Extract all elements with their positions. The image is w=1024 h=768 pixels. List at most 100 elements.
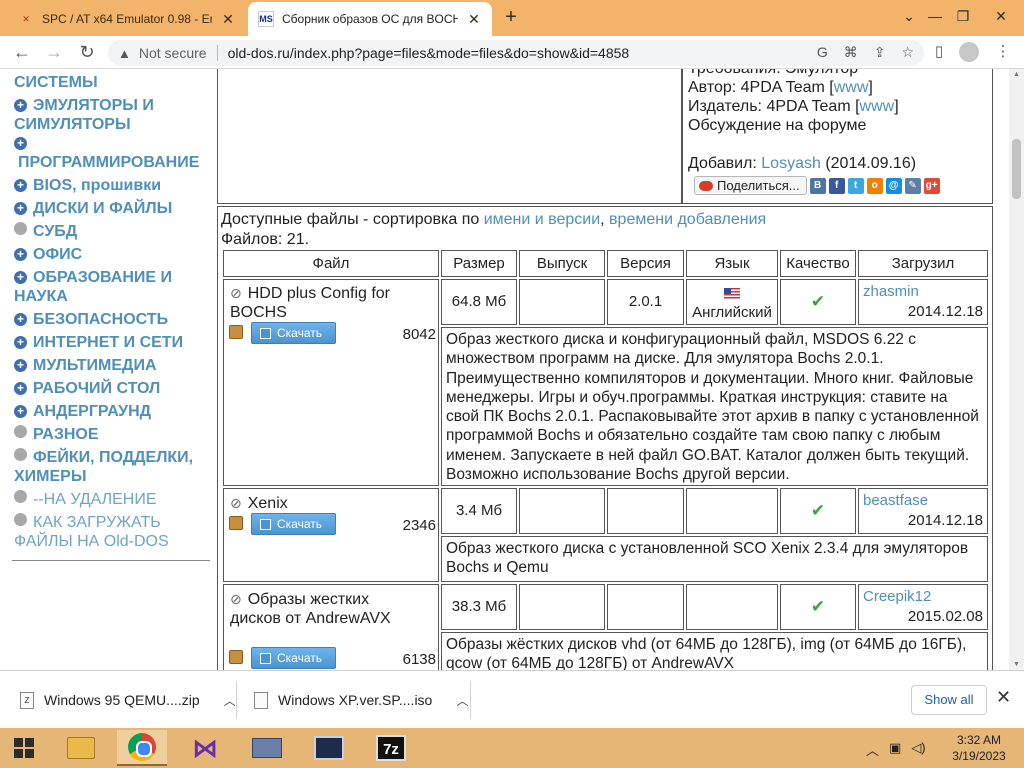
chevron-up-icon[interactable]: ︿	[456, 692, 468, 709]
translate-icon[interactable]: ⌘	[844, 44, 858, 61]
download-button[interactable]: Скачать	[251, 513, 336, 535]
address-bar[interactable]: ▲ Not secure old-dos.ru/index.php?page=f…	[108, 40, 924, 66]
sidebar-item-security[interactable]: + БЕЗОПАСНОСТЬ	[14, 310, 210, 329]
uploader-link[interactable]: zhasmin	[863, 282, 919, 301]
language-cell	[686, 488, 778, 534]
package-box-icon	[229, 325, 243, 339]
upload-date: 2015.02.08	[907, 608, 983, 625]
sidebar-item-bios[interactable]: + BIOS, прошивки	[14, 176, 210, 195]
expand-plus-icon: +	[14, 137, 27, 150]
share-icon[interactable]: ⇪	[874, 44, 886, 61]
new-tab-button[interactable]: +	[500, 6, 522, 28]
publisher-www-link[interactable]: www	[860, 98, 895, 115]
computer-app-icon[interactable]	[304, 730, 354, 766]
share-button[interactable]: Поделиться...	[694, 176, 807, 195]
file-name[interactable]: ⊘ Xenix	[230, 494, 430, 513]
tab-bochs-images[interactable]: MS Сборник образов ОС для BOCHS ✕	[248, 2, 492, 36]
page-scrollbar[interactable]: ▲ ▼	[1009, 69, 1024, 670]
tray-chevron-icon[interactable]: ︿	[866, 740, 879, 759]
scrollbar-thumb[interactable]	[1012, 139, 1021, 199]
start-button[interactable]	[0, 728, 48, 768]
sidebar-item-how-to-upload[interactable]: КАК ЗАГРУЖАТЬ ФАЙЛЫ НА Old-DOS	[14, 513, 210, 551]
bookmark-star-icon[interactable]: ☆	[901, 44, 914, 61]
sidebar-item-dbms[interactable]: СУБД	[14, 222, 210, 241]
sidebar-divider	[12, 560, 210, 561]
sidebar-item-fakes[interactable]: ФЕЙКИ, ПОДДЕЛКИ, ХИМЕРЫ	[14, 448, 210, 486]
7zip-icon[interactable]: 7z	[366, 730, 416, 766]
scroll-down-icon[interactable]: ▼	[1009, 661, 1024, 668]
download-button[interactable]: Скачать	[251, 322, 336, 344]
forum-discussion-link[interactable]: Обсуждение на форуме	[688, 116, 866, 135]
sidebar-item-desktop[interactable]: + РАБОЧИЙ СТОЛ	[14, 379, 210, 398]
tab-spc-emulator[interactable]: ✕ SPC / AT x64 Emulator 0.98 - Emu ✕	[8, 2, 246, 36]
sidebar-item-multimedia[interactable]: + МУЛЬТИМЕДИА	[14, 356, 210, 375]
close-downloads-icon[interactable]: ✕	[996, 687, 1011, 708]
vk-icon[interactable]: B	[809, 177, 826, 194]
sidebar-item-emulators[interactable]: + ЭМУЛЯТОРЫ И СИМУЛЯТОРЫ	[14, 96, 210, 134]
close-tab-icon[interactable]: ✕	[220, 11, 236, 28]
file-name[interactable]: ⊘ Образы жестких дисков от AndrewAVX	[230, 590, 410, 628]
uploader-link[interactable]: Creepik12	[863, 587, 931, 606]
facebook-icon[interactable]: f	[828, 177, 845, 194]
sort-by-name-link[interactable]: имени и версии	[484, 211, 600, 228]
mailru-icon[interactable]: @	[885, 177, 902, 194]
expand-plus-icon: +	[14, 271, 27, 284]
show-all-button[interactable]: Show all	[911, 685, 987, 715]
sidebar-item-disks[interactable]: + ДИСКИ И ФАЙЛЫ	[14, 199, 210, 218]
taskbar-clock[interactable]: 3:32 AM 3/19/2023	[940, 732, 1018, 764]
sidebar-item-misc[interactable]: РАЗНОЕ	[14, 425, 210, 444]
google-lens-icon[interactable]: G	[817, 44, 828, 61]
link-clip-icon: ⊘	[230, 285, 242, 301]
col-header-language: Язык	[686, 250, 778, 277]
url-text[interactable]: old-dos.ru/index.php?page=files&mode=fil…	[228, 45, 630, 61]
author-www-link[interactable]: www	[834, 79, 869, 96]
odnoklassniki-icon[interactable]: o	[866, 177, 883, 194]
download-item-winxp[interactable]: Windows XP.ver.SP....iso ︿	[254, 681, 468, 719]
download-icon	[260, 327, 271, 339]
expand-plus-icon: +	[14, 248, 27, 261]
sidebar-item-office[interactable]: + ОФИС	[14, 245, 210, 264]
file-name[interactable]: ⊘ HDD plus Config for BOCHS	[230, 284, 430, 322]
uploader-link[interactable]: beastfase	[863, 491, 928, 510]
sidebar-item-to-delete[interactable]: --НА УДАЛЕНИЕ	[14, 490, 210, 509]
bullet-dot-icon	[14, 490, 27, 503]
download-filename: Windows XP.ver.SP....iso	[278, 692, 433, 708]
volume-icon[interactable]: ◁)	[911, 740, 925, 759]
sidebar-item-systems[interactable]: СИСТЕМЫ	[14, 73, 210, 92]
livejournal-icon[interactable]: ✎	[904, 177, 921, 194]
sidebar-item-programming[interactable]: + ПРОГРАММИРОВАНИЕ	[14, 134, 210, 172]
network-icon[interactable]: ▣	[889, 740, 901, 759]
chrome-menu-icon[interactable]: ⋮	[992, 42, 1014, 60]
file-explorer-icon[interactable]	[56, 730, 106, 766]
added-user-link[interactable]: Losyash	[761, 155, 821, 172]
reload-icon[interactable]: ↻	[75, 41, 99, 63]
version-cell	[607, 584, 684, 630]
added-by-line: Добавил: Losyash (2014.09.16)	[688, 155, 917, 172]
sort-by-date-link[interactable]: времени добавления	[609, 211, 766, 228]
profile-avatar-icon[interactable]	[958, 42, 980, 66]
chrome-icon[interactable]	[117, 730, 167, 766]
omnibox-actions: G ⌘ ⇪ ☆	[817, 44, 914, 61]
chevron-up-icon[interactable]: ︿	[224, 692, 236, 709]
security-label[interactable]: Not secure	[139, 45, 207, 61]
twitter-icon[interactable]: t	[847, 177, 864, 194]
requirements-text: Требования: Эмулятор	[688, 69, 858, 78]
col-header-quality: Качество	[780, 250, 856, 277]
download-item-win95[interactable]: Z Windows 95 QEMU....zip ︿	[20, 681, 236, 719]
back-arrow-icon[interactable]: ←	[10, 41, 34, 63]
scroll-up-icon[interactable]: ▲	[1009, 71, 1024, 78]
sidebar-item-education[interactable]: + ОБРАЗОВАНИЕ И НАУКА	[14, 268, 210, 306]
visual-studio-icon[interactable]: ⋈	[180, 730, 230, 766]
sidebar-item-internet[interactable]: + ИНТЕРНЕТ И СЕТИ	[14, 333, 210, 352]
google-plus-icon[interactable]: g+	[923, 177, 940, 194]
warning-triangle-icon[interactable]: ▲	[118, 46, 131, 61]
keyboard-app-icon[interactable]	[242, 730, 292, 766]
sidebar-item-underground[interactable]: + АНДЕРГРАУНД	[14, 402, 210, 421]
upload-date: 2014.12.18	[907, 512, 983, 529]
close-tab-icon[interactable]: ✕	[466, 11, 482, 28]
side-panel-icon[interactable]: ▯	[928, 42, 950, 60]
forward-arrow-icon[interactable]: →	[42, 41, 66, 63]
files-count: Файлов: 21.	[221, 231, 310, 248]
window-close-icon[interactable]: ✕	[978, 0, 1024, 32]
download-button[interactable]: Скачать	[251, 647, 336, 669]
